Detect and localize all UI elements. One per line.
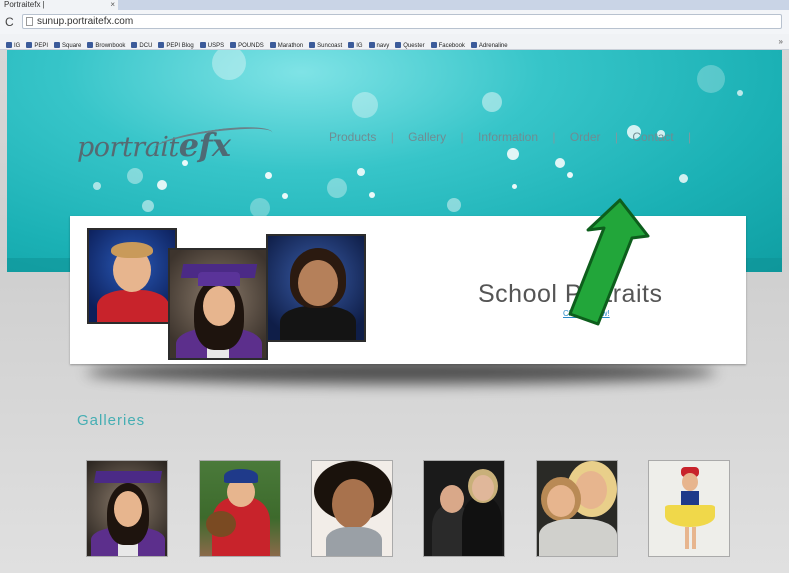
bookmark-item[interactable]: USPS xyxy=(199,39,225,49)
bookmark-icon xyxy=(131,42,138,48)
page-icon xyxy=(26,17,33,26)
bookmark-icon xyxy=(6,42,12,48)
bookmark-icon xyxy=(269,42,276,48)
bookmark-label: IG xyxy=(14,43,21,49)
more-bookmarks-icon[interactable]: » xyxy=(779,34,783,49)
nav-item-gallery[interactable]: Gallery xyxy=(408,130,446,144)
tab-bar: Portraitefx | × xyxy=(0,0,789,10)
reload-icon[interactable]: C xyxy=(5,15,14,29)
bookmark-label: Brownbook xyxy=(95,43,126,49)
bookmark-label: PEPI xyxy=(34,43,49,49)
boy-portrait-photo xyxy=(87,228,177,324)
bookmark-item[interactable]: PEPI xyxy=(26,39,49,49)
bookmark-item[interactable]: Square xyxy=(54,39,82,49)
web-page: portraitefx Products | Gallery | Informa… xyxy=(0,50,789,573)
nav-item-contact[interactable]: Contact xyxy=(632,130,673,144)
bookmark-item[interactable]: Brownbook xyxy=(87,39,126,49)
bookmark-item[interactable]: Suncoast xyxy=(309,39,343,49)
nav-separator: | xyxy=(614,130,618,144)
bookmark-item[interactable]: Adrenaline xyxy=(470,39,508,49)
girl-portrait-photo xyxy=(266,234,366,342)
bookmark-label: Suncoast xyxy=(317,43,343,49)
gallery-thumb-graduate[interactable] xyxy=(86,460,168,557)
bookmark-icon xyxy=(395,42,402,48)
tab-title: Portraitefx | xyxy=(4,0,45,9)
bookmark-icon xyxy=(430,42,437,48)
bookmark-icon xyxy=(470,42,477,48)
nav-separator: | xyxy=(688,130,692,144)
bookmark-label: POUNDS xyxy=(238,43,264,49)
nav-separator: | xyxy=(460,130,464,144)
bookmark-icon xyxy=(158,42,165,48)
bookmark-label: Adrenaline xyxy=(478,43,508,49)
bookmark-label: Square xyxy=(62,43,82,49)
bookmark-label: Quester xyxy=(403,43,425,49)
nav-item-information[interactable]: Information xyxy=(478,130,538,144)
galleries-heading: Galleries xyxy=(77,412,146,429)
bookmark-item[interactable]: IG xyxy=(348,39,363,49)
gallery-thumb-girl[interactable] xyxy=(311,460,393,557)
bookmark-label: Facebook xyxy=(438,43,465,49)
bookmark-label: IG xyxy=(356,43,363,49)
bookmark-label: DCU xyxy=(139,43,153,49)
bookmark-item[interactable]: POUNDS xyxy=(230,39,264,49)
nav-separator: | xyxy=(552,130,556,144)
close-icon[interactable]: × xyxy=(110,0,115,10)
nav-separator: | xyxy=(390,130,394,144)
bookmark-icon xyxy=(368,42,375,48)
bookmark-label: USPS xyxy=(207,43,225,49)
url-text: sunup.portraitefx.com xyxy=(37,16,134,27)
nav-item-products[interactable]: Products xyxy=(329,130,376,144)
bookmark-item[interactable]: PEPI Blog xyxy=(158,39,194,49)
green-arrow-annotation xyxy=(568,198,650,326)
bookmark-item[interactable]: navy xyxy=(368,39,390,49)
bookmark-icon xyxy=(87,42,94,48)
main-nav: Products | Gallery | Information | Order… xyxy=(329,130,702,144)
bookmarks-bar: IG PEPI Square Brownbook DCU PEPI Blog USPS POU… xyxy=(0,34,789,50)
bookmark-icon xyxy=(54,42,61,48)
bookmark-item[interactable]: IG xyxy=(6,39,21,49)
gallery-thumb-dancer[interactable] xyxy=(648,460,730,557)
nav-item-order[interactable]: Order xyxy=(570,130,601,144)
url-field[interactable]: sunup.portraitefx.com xyxy=(22,14,782,29)
address-bar-row: C sunup.portraitefx.com xyxy=(0,10,789,35)
browser-tab[interactable]: Portraitefx | × xyxy=(0,0,118,10)
gallery-thumb-baseball[interactable] xyxy=(199,460,281,557)
bookmark-icon xyxy=(26,42,33,48)
bookmark-label: PEPI Blog xyxy=(166,43,194,49)
gallery-thumb-couple[interactable] xyxy=(423,460,505,557)
bookmark-label: navy xyxy=(376,43,390,49)
bookmark-label: Marathon xyxy=(277,43,304,49)
bookmark-item[interactable]: Marathon xyxy=(269,39,304,49)
bookmark-icon xyxy=(230,42,237,48)
bookmark-icon xyxy=(309,42,316,48)
bookmark-item[interactable]: DCU xyxy=(131,39,153,49)
bookmark-icon xyxy=(199,42,206,48)
bookmark-item[interactable]: Quester xyxy=(395,39,425,49)
bookmark-item[interactable]: Facebook xyxy=(430,39,465,49)
graduate-portrait-photo xyxy=(168,248,268,360)
gallery-thumb-mother-daughter[interactable] xyxy=(536,460,618,557)
bookmark-icon xyxy=(348,42,355,48)
